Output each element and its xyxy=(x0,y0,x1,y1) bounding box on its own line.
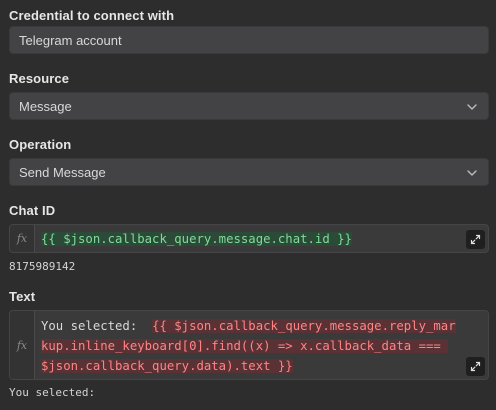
chevron-down-icon xyxy=(467,170,477,176)
text-expression-field[interactable]: fx You selected: {{ $json.callback_query… xyxy=(9,310,489,380)
resource-value: Message xyxy=(19,98,72,114)
node-parameters-panel: Credential to connect with Telegram acco… xyxy=(0,0,496,410)
operation-select[interactable]: Send Message xyxy=(9,158,489,186)
chevron-down-icon xyxy=(467,104,477,110)
resource-select[interactable]: Message xyxy=(9,92,489,120)
chat-id-label: Chat ID xyxy=(9,203,56,218)
fx-icon: fx xyxy=(10,225,35,252)
chat-id-expression-code[interactable]: {{ $json.callback_query.message.chat.id … xyxy=(41,229,460,249)
expand-icon xyxy=(470,234,481,245)
credential-select[interactable]: Telegram account xyxy=(9,26,489,54)
text-expression-code[interactable]: You selected: {{ $json.callback_query.me… xyxy=(41,316,460,376)
text-prefix: You selected: xyxy=(41,319,153,333)
resource-label: Resource xyxy=(9,71,70,86)
chat-id-expression: {{ $json.callback_query.message.chat.id … xyxy=(41,232,352,246)
chat-id-result: 8175989142 xyxy=(9,260,76,273)
chat-id-expression-field[interactable]: fx {{ $json.callback_query.message.chat.… xyxy=(9,224,489,253)
open-expression-editor-button[interactable] xyxy=(466,357,485,376)
open-expression-editor-button[interactable] xyxy=(466,230,485,249)
operation-value: Send Message xyxy=(19,164,106,180)
credential-label: Credential to connect with xyxy=(9,8,175,23)
text-result: You selected: xyxy=(9,386,96,399)
fx-icon: fx xyxy=(10,311,35,379)
credential-value: Telegram account xyxy=(19,32,122,48)
text-label: Text xyxy=(9,289,36,304)
operation-label: Operation xyxy=(9,137,72,152)
expand-icon xyxy=(470,361,481,372)
